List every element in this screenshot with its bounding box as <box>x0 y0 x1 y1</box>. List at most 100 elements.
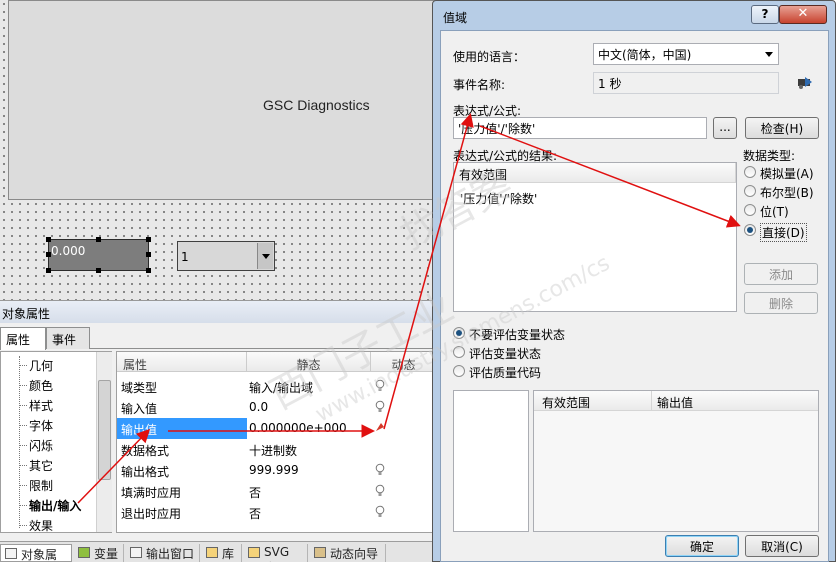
bottom-tab-tags[interactable]: 变量 <box>74 544 124 562</box>
column-header-output-value[interactable]: 输出值 <box>652 391 818 411</box>
row-static-value[interactable]: 999.999 <box>245 460 369 481</box>
browse-button[interactable]: ... <box>713 117 737 139</box>
radio-analog[interactable] <box>744 166 756 178</box>
row-static-value[interactable]: 0.0 <box>245 397 369 418</box>
tree-item-style[interactable]: 样式 <box>29 397 53 414</box>
row-static-value[interactable]: 十进制数 <box>245 439 369 460</box>
bottom-tab-library[interactable]: 库 <box>202 544 242 562</box>
lightbulb-icon[interactable] <box>375 379 385 393</box>
event-name-label: 事件名称: <box>453 78 506 92</box>
tree-item-geometry[interactable]: 几何 <box>29 357 53 374</box>
range-list[interactable] <box>453 390 529 532</box>
column-header-property[interactable]: 属性 <box>117 352 247 372</box>
table-row[interactable]: 输入值 0.0 <box>117 397 435 418</box>
radio-eval-quality-label[interactable]: 评估质量代码 <box>469 364 541 381</box>
radio-no-eval-label[interactable]: 不要评估变量状态 <box>469 326 565 343</box>
selection-handle[interactable] <box>146 237 151 242</box>
selection-handle[interactable] <box>146 268 151 273</box>
table-row-selected[interactable]: 输出值 0.000000e+000 <box>117 418 435 439</box>
lightbulb-icon[interactable] <box>375 484 385 498</box>
help-button[interactable]: ? <box>751 5 779 24</box>
selection-handle[interactable] <box>46 268 51 273</box>
table-row[interactable]: 数据格式 十进制数 <box>117 439 435 460</box>
table-row[interactable]: 退出时应用 否 <box>117 502 435 523</box>
radio-boolean-label[interactable]: 布尔型(B) <box>760 184 814 201</box>
row-static-value[interactable]: 输入/输出域 <box>245 376 369 397</box>
expression-input[interactable]: '压力值'/'除数' <box>453 117 707 139</box>
tree-item-color[interactable]: 颜色 <box>29 377 53 394</box>
table-row[interactable]: 填满时应用 否 <box>117 481 435 502</box>
editor-canvas[interactable]: GSC Diagnostics 0.000 1 <box>0 0 440 300</box>
bottom-tab-dynamic-wizard[interactable]: 动态向导 <box>310 544 386 562</box>
tab-events[interactable]: 事件 <box>46 327 90 349</box>
row-static-value[interactable]: 否 <box>245 481 369 502</box>
chevron-down-icon[interactable] <box>257 243 273 269</box>
bottom-tab-svg-library[interactable]: SVG 库 <box>244 544 308 562</box>
bottom-tab-object-properties[interactable]: 对象属性 <box>0 544 72 562</box>
result-list-header[interactable]: 有效范围 <box>454 163 736 183</box>
combo-field[interactable]: 1 <box>177 241 275 271</box>
tree-connector <box>19 465 27 466</box>
radio-bit[interactable] <box>744 204 756 216</box>
bottom-tab-bar: 对象属性 变量 输出窗口 库 SVG 库 动态向导 <box>0 541 436 562</box>
diagnostics-title: GSC Diagnostics <box>263 97 370 113</box>
list-item[interactable]: '压力值'/'除数' <box>460 190 537 207</box>
radio-analog-label[interactable]: 模拟量(A) <box>760 165 814 182</box>
tree-scrollbar[interactable] <box>96 352 112 532</box>
result-list[interactable]: 有效范围 '压力值'/'除数' <box>453 162 737 312</box>
tab-properties[interactable]: 属性 <box>0 327 46 350</box>
tree-item-output-input[interactable]: 输出/输入 <box>29 497 81 514</box>
table-row[interactable]: 输出格式 999.999 <box>117 460 435 481</box>
radio-eval-tag-status[interactable] <box>453 346 465 358</box>
column-header-valid-range[interactable]: 有效范围 <box>534 391 652 411</box>
io-field[interactable]: 0.000 <box>48 239 149 271</box>
dynamic-link-icon[interactable] <box>375 421 385 435</box>
cancel-button[interactable]: 取消(C) <box>745 535 819 557</box>
row-static-value[interactable]: 0.000000e+000 <box>245 418 369 439</box>
column-header-static[interactable]: 静态 <box>247 352 371 372</box>
diagnostics-panel[interactable]: GSC Diagnostics <box>8 0 440 200</box>
value-range-dialog: 值域 ? ✕ 使用的语言： 中文(简体，中国) 事件名称: 1 秒 表达式/公式… <box>432 0 836 562</box>
add-button[interactable]: 添加 <box>744 263 818 285</box>
scrollbar-thumb[interactable] <box>98 380 111 480</box>
ok-button[interactable]: 确定 <box>665 535 739 557</box>
table-row[interactable]: 域类型 输入/输出域 <box>117 376 435 397</box>
radio-direct-label[interactable]: 直接(D) <box>760 223 807 242</box>
check-button[interactable]: 检查(H) <box>745 117 819 139</box>
event-trigger-icon[interactable] <box>796 73 814 91</box>
tab-label: 对象属性 <box>21 548 58 562</box>
radio-boolean[interactable] <box>744 185 756 197</box>
tree-item-limits[interactable]: 限制 <box>29 477 53 494</box>
delete-button[interactable]: 删除 <box>744 292 818 314</box>
row-static-value[interactable]: 否 <box>245 502 369 523</box>
radio-no-eval[interactable] <box>453 327 465 339</box>
radio-eval-quality[interactable] <box>453 365 465 377</box>
folder-icon <box>206 547 218 558</box>
close-button[interactable]: ✕ <box>779 5 827 24</box>
lightbulb-icon[interactable] <box>375 463 385 477</box>
selection-handle[interactable] <box>96 237 101 242</box>
tree-item-effects[interactable]: 效果 <box>29 517 53 534</box>
column-header-dynamic[interactable]: 动态 <box>371 352 435 372</box>
radio-eval-tag-status-label[interactable]: 评估变量状态 <box>469 345 541 362</box>
selection-handle[interactable] <box>46 252 51 257</box>
tree-connector <box>19 356 20 528</box>
selection-handle[interactable] <box>146 252 151 257</box>
language-select[interactable]: 中文(简体，中国) <box>593 43 779 65</box>
property-grid: 属性 静态 动态 域类型 输入/输出域 输入值 0.0 输出值 0.000000… <box>116 351 436 533</box>
lightbulb-icon[interactable] <box>375 505 385 519</box>
tab-label: SVG 库 <box>264 545 290 562</box>
tree-item-font[interactable]: 字体 <box>29 417 53 434</box>
row-property-name: 域类型 <box>121 381 158 395</box>
radio-direct[interactable] <box>744 224 756 236</box>
selection-handle[interactable] <box>46 237 51 242</box>
lightbulb-icon[interactable] <box>375 400 385 414</box>
bottom-tab-output-window[interactable]: 输出窗口 <box>126 544 200 562</box>
property-tree: 几何 颜色 样式 字体 闪烁 其它 限制 输出/输入 效果 <box>0 351 112 533</box>
tree-item-other[interactable]: 其它 <box>29 457 53 474</box>
range-output-table[interactable]: 有效范围 输出值 <box>533 390 819 532</box>
radio-bit-label[interactable]: 位(T) <box>760 203 789 220</box>
selection-handle[interactable] <box>96 268 101 273</box>
datatype-label: 数据类型: <box>743 149 796 163</box>
tree-item-flash[interactable]: 闪烁 <box>29 437 53 454</box>
